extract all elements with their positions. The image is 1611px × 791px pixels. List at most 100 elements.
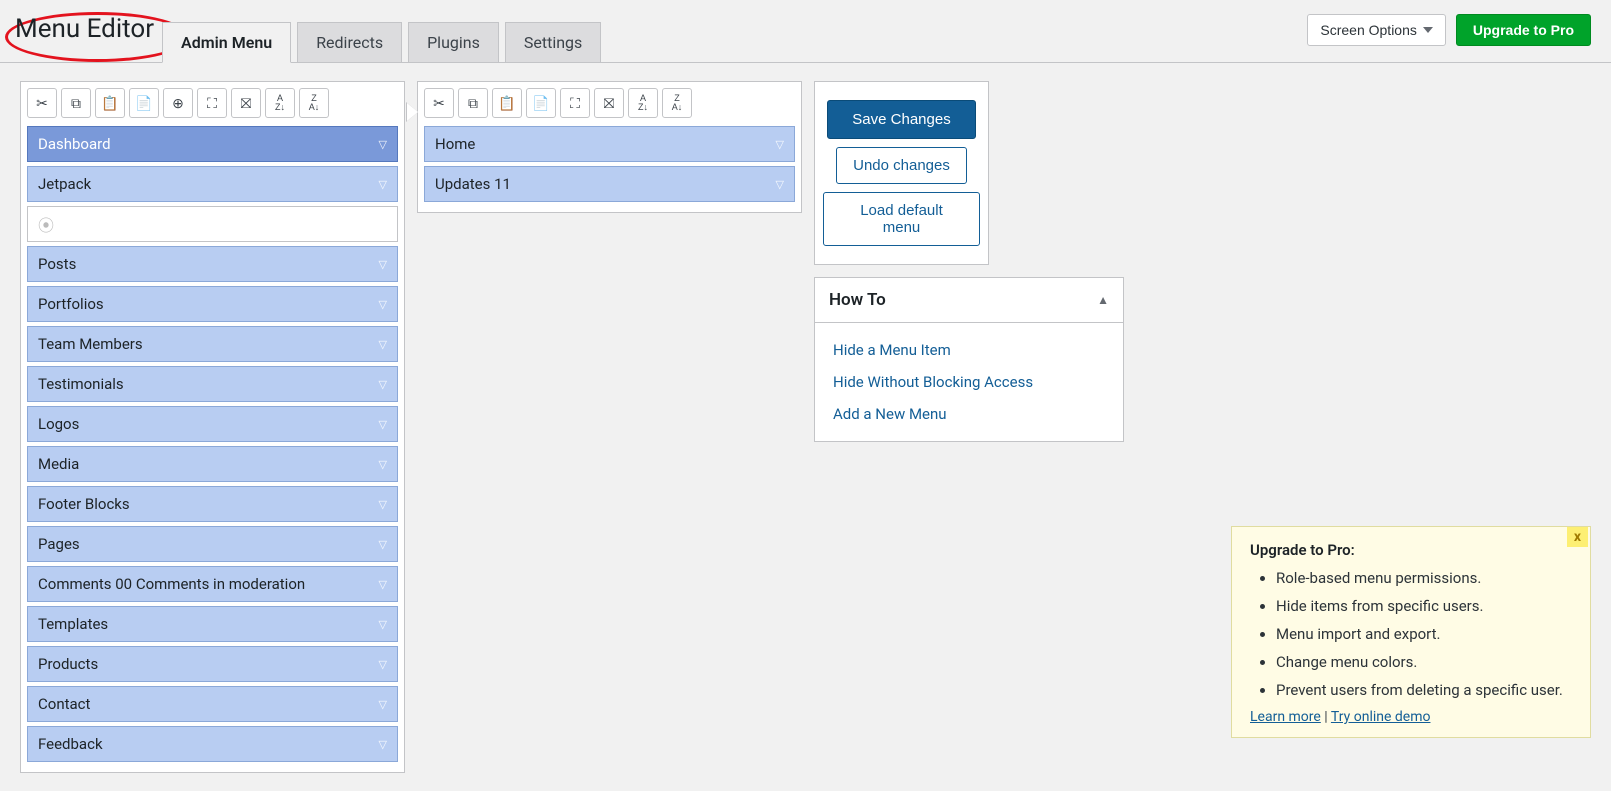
screen-options-label: Screen Options [1320,22,1417,38]
menu-item[interactable]: Portfolios ▽ [27,286,398,322]
expand-icon[interactable]: ▽ [379,578,387,591]
sub-menu-panel: ✂ ⧉ 📋 📄 ⛶ ⛝ AZ↓ ZA↓ Home▽ Updates 11 ▽ [417,81,802,213]
howto-link[interactable]: Hide a Menu Item [833,341,1105,359]
menu-item[interactable]: Comments 00 Comments in moderation ▽ [27,566,398,602]
howto-title: How To [829,290,886,310]
howto-links: Hide a Menu Item Hide Without Blocking Ac… [815,323,1123,441]
menu-item-label: Comments 00 Comments in moderation [38,575,305,593]
expand-icon[interactable]: ▽ [379,538,387,551]
new-separator-button[interactable]: ⊕ [163,88,193,118]
tab-redirects[interactable]: Redirects [297,22,402,62]
expand-icon[interactable]: ▽ [379,498,387,511]
menu-item-label: Portfolios [38,295,104,313]
copy-button[interactable]: ⧉ [61,88,91,118]
sort-za-button[interactable]: ZA↓ [299,88,329,118]
new-item-button[interactable]: 📄 [129,88,159,118]
paste-button[interactable]: 📋 [95,88,125,118]
menu-item-label: Contact [38,695,90,713]
expand-icon[interactable]: ▽ [776,178,784,191]
menu-item[interactable]: Posts ▽ [27,246,398,282]
new-item-button[interactable]: 📄 [526,88,556,118]
expand-icon[interactable]: ▽ [379,698,387,711]
sub-toolbar: ✂ ⧉ 📋 📄 ⛶ ⛝ AZ↓ ZA↓ [424,88,795,118]
menu-item-label: Testimonials [38,375,124,393]
link-separator: | [1321,709,1331,725]
menu-item[interactable]: Media ▽ [27,446,398,482]
expand-icon[interactable]: ▽ [379,338,387,351]
expand-icon[interactable]: ▽ [379,298,387,311]
menu-item[interactable]: Logos ▽ [27,406,398,442]
sort-az-button[interactable]: AZ↓ [265,88,295,118]
menu-item[interactable]: Pages ▽ [27,526,398,562]
side-column: Save Changes Undo changes Load default m… [814,81,1124,442]
menu-item-label: Team Members [38,335,143,353]
header-right: Screen Options Upgrade to Pro [1307,14,1591,62]
delete-button[interactable]: ⛝ [231,88,261,118]
try-demo-link[interactable]: Try online demo [1331,709,1431,725]
upgrade-feature-item: Change menu colors. [1276,653,1572,671]
menu-item[interactable]: Contact ▽ [27,686,398,722]
expand-icon[interactable]: ▽ [379,178,387,191]
close-icon[interactable]: x [1567,527,1588,547]
header-bar: Menu Editor Admin MenuRedirectsPluginsSe… [0,0,1611,63]
expand-icon[interactable]: ▽ [379,658,387,671]
expand-icon[interactable]: ▽ [379,418,387,431]
copy-button[interactable]: ⧉ [458,88,488,118]
toggle-visibility-button[interactable]: ⛶ [560,88,590,118]
expand-icon[interactable]: ▽ [379,138,387,151]
save-button[interactable]: Save Changes [827,100,975,139]
howto-link[interactable]: Add a New Menu [833,405,1105,423]
howto-link[interactable]: Hide Without Blocking Access [833,373,1105,391]
sort-za-button[interactable]: ZA↓ [662,88,692,118]
tab-plugins[interactable]: Plugins [408,22,499,62]
menu-item[interactable]: Dashboard ▽ [27,126,398,162]
expand-icon[interactable]: ▽ [379,738,387,751]
expand-icon[interactable]: ▽ [379,258,387,271]
menu-item-label: Feedback [38,735,103,753]
expand-icon[interactable]: ▽ [776,138,784,151]
load-default-button[interactable]: Load default menu [823,192,980,246]
howto-header[interactable]: How To ▲ [815,278,1123,323]
menu-item-label: Pages [38,535,80,553]
menu-item-label: Logos [38,415,79,433]
menu-item-label: Products [38,655,98,673]
menu-item[interactable]: Templates ▽ [27,606,398,642]
undo-button[interactable]: Undo changes [836,147,967,184]
main-toolbar: ✂ ⧉ 📋 📄 ⊕ ⛶ ⛝ AZ↓ ZA↓ [27,88,398,118]
menu-item-label: Dashboard [38,135,111,153]
menu-separator[interactable]: ⦿ [27,206,398,242]
menu-item-label: Posts [38,255,76,273]
menu-item-label: Media [38,455,79,473]
page-title: Menu Editor [15,14,154,62]
tab-admin-menu[interactable]: Admin Menu [162,22,291,63]
sort-az-button[interactable]: AZ↓ [628,88,658,118]
tabs: Admin MenuRedirectsPluginsSettings [162,22,607,62]
screen-options-button[interactable]: Screen Options [1307,14,1446,46]
submenu-item[interactable]: Home▽ [424,126,795,162]
menu-item[interactable]: Footer Blocks▽ [27,486,398,522]
expand-icon[interactable]: ▽ [379,618,387,631]
paste-button[interactable]: 📋 [492,88,522,118]
menu-item[interactable]: Products ▽ [27,646,398,682]
cut-button[interactable]: ✂ [424,88,454,118]
menu-item[interactable]: Team Members ▽ [27,326,398,362]
upgrade-pro-button[interactable]: Upgrade to Pro [1456,14,1591,46]
expand-icon[interactable]: ▽ [379,458,387,471]
delete-button[interactable]: ⛝ [594,88,624,118]
upgrade-box-title: Upgrade to Pro: [1250,541,1572,559]
upgrade-feature-item: Hide items from specific users. [1276,597,1572,615]
chevron-down-icon [1423,27,1433,33]
toggle-visibility-button[interactable]: ⛶ [197,88,227,118]
tab-settings[interactable]: Settings [505,22,601,62]
expand-icon[interactable]: ▽ [379,378,387,391]
menu-item-label: Jetpack [38,175,91,193]
learn-more-link[interactable]: Learn more [1250,709,1321,725]
submenu-item[interactable]: Updates 11 ▽ [424,166,795,202]
menu-item[interactable]: Feedback ▽ [27,726,398,762]
submenu-item-label: Updates 11 [435,175,511,193]
menu-item-label: Templates [38,615,108,633]
menu-item[interactable]: Testimonials ▽ [27,366,398,402]
upgrade-feature-item: Role-based menu permissions. [1276,569,1572,587]
cut-button[interactable]: ✂ [27,88,57,118]
menu-item[interactable]: Jetpack ▽ [27,166,398,202]
